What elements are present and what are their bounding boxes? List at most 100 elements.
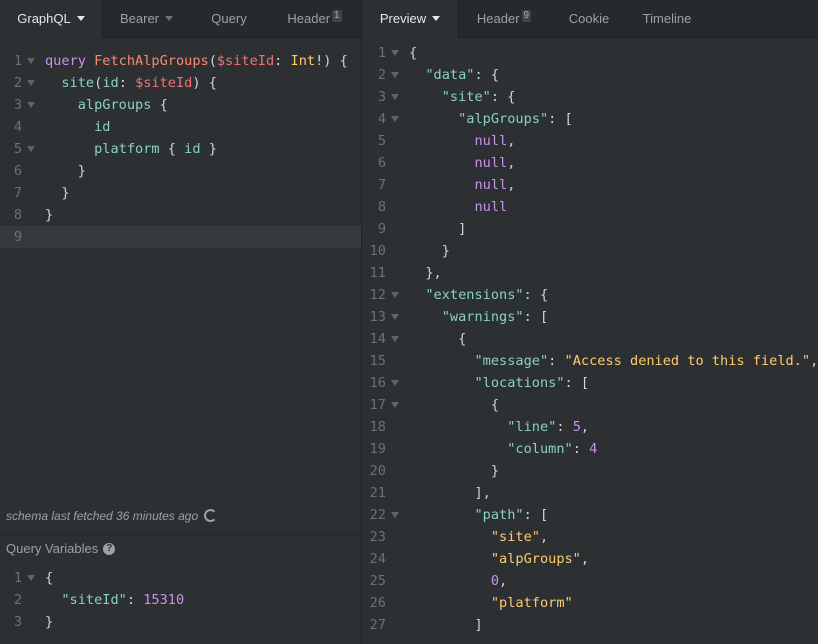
code-token: "site": [490, 529, 540, 545]
code-line: 7 }: [0, 182, 361, 204]
fold-arrow-icon[interactable]: [391, 512, 399, 518]
line-number: 2: [13, 592, 22, 608]
line-number: 25: [369, 573, 386, 589]
code-text: null,: [409, 130, 515, 152]
code-text: null: [409, 196, 507, 218]
code-token: {: [159, 141, 185, 157]
fold-arrow-icon[interactable]: [27, 58, 35, 64]
code-line: 3 "site": {: [362, 86, 818, 108]
code-token: FetchAlpGroups: [94, 53, 209, 69]
tab-query[interactable]: Query: [190, 0, 268, 37]
code-line: 27 ]: [362, 614, 818, 636]
code-token: ,: [539, 529, 549, 545]
code-token: }: [77, 163, 86, 179]
code-line: 5 null,: [362, 130, 818, 152]
code-line: 6 null,: [362, 152, 818, 174]
tab-timeline[interactable]: Timeline: [629, 0, 705, 37]
line-number: 4: [377, 111, 386, 127]
code-line: 3}: [0, 611, 361, 633]
fold-arrow-icon[interactable]: [391, 402, 399, 408]
code-token: "alpGroups": [458, 111, 549, 127]
tab-bearer[interactable]: Bearer: [103, 0, 190, 37]
fold-arrow-icon[interactable]: [391, 72, 399, 78]
code-text: id: [45, 116, 110, 138]
fold-arrow-icon[interactable]: [27, 102, 35, 108]
code-token: :: [126, 592, 144, 608]
code-token: ]: [458, 221, 467, 237]
help-icon[interactable]: ?: [103, 542, 116, 555]
query-variables-editor[interactable]: 1{2 "siteId": 15310 3}: [0, 567, 361, 637]
tab-response-header[interactable]: Header 9: [459, 0, 549, 37]
fold-arrow-icon[interactable]: [391, 314, 399, 320]
header-count-badge: 9: [521, 10, 532, 22]
code-line: 5 platform { id }: [0, 138, 361, 160]
tab-header[interactable]: Header 1: [268, 0, 361, 37]
tab-preview[interactable]: Preview: [362, 0, 458, 38]
code-line: 14 {: [362, 328, 818, 350]
code-text: }: [45, 182, 69, 204]
code-line: 18 "line": 5,: [362, 416, 818, 438]
fold-arrow-icon[interactable]: [391, 380, 399, 386]
code-line: 19 "column": 4: [362, 438, 818, 460]
code-text: }: [45, 204, 53, 226]
code-text: {: [409, 42, 417, 64]
code-token: : [: [564, 375, 590, 391]
response-viewer[interactable]: 1{2 "data": {3 "site": {4 "alpGroups": […: [362, 42, 818, 642]
code-token: "data": [425, 67, 475, 83]
code-token: {: [458, 331, 467, 347]
code-token: null: [474, 133, 508, 149]
code-token: }: [45, 207, 54, 223]
code-line: 6 }: [0, 160, 361, 182]
code-token: Int: [290, 53, 316, 69]
code-text: "site",: [409, 526, 548, 548]
fold-arrow-icon[interactable]: [27, 146, 35, 152]
query-editor[interactable]: 1 query FetchAlpGroups($siteId: Int!) {2 …: [0, 50, 361, 250]
fold-arrow-icon[interactable]: [391, 292, 399, 298]
code-line: 26 "platform": [362, 592, 818, 614]
code-token: ,: [499, 573, 508, 589]
code-line: 1 query FetchAlpGroups($siteId: Int!) {: [0, 50, 361, 72]
fold-arrow-icon[interactable]: [391, 116, 399, 122]
refresh-icon[interactable]: [204, 509, 218, 523]
fold-arrow-icon[interactable]: [27, 575, 35, 581]
code-line: 2 site(id: $siteId) {: [0, 72, 361, 94]
code-line: 3 alpGroups {: [0, 94, 361, 116]
tab-cookie[interactable]: Cookie: [549, 0, 629, 37]
code-token: :: [118, 75, 136, 91]
tab-graphql[interactable]: GraphQL: [0, 0, 102, 38]
code-text: ]: [409, 614, 482, 636]
code-text: "data": {: [409, 64, 499, 86]
code-token: 4: [589, 441, 598, 457]
fold-arrow-icon[interactable]: [391, 94, 399, 100]
code-line: 4 id: [0, 116, 361, 138]
code-text: {: [409, 328, 466, 350]
fold-arrow-icon[interactable]: [391, 50, 399, 56]
fold-arrow-icon[interactable]: [391, 336, 399, 342]
line-number: 5: [13, 141, 22, 157]
fold-arrow-icon[interactable]: [27, 80, 35, 86]
line-number: 2: [377, 67, 386, 83]
code-line: 4 "alpGroups": [: [362, 108, 818, 130]
code-token: }: [200, 141, 217, 157]
tab-label: GraphQL: [17, 11, 71, 26]
code-token: ,: [810, 353, 818, 369]
code-line: 2 "data": {: [362, 64, 818, 86]
code-line: 17 {: [362, 394, 818, 416]
code-token: }: [45, 614, 54, 630]
code-token: ) {: [192, 75, 217, 91]
code-line: 13 "warnings": [: [362, 306, 818, 328]
code-token: null: [474, 155, 508, 171]
